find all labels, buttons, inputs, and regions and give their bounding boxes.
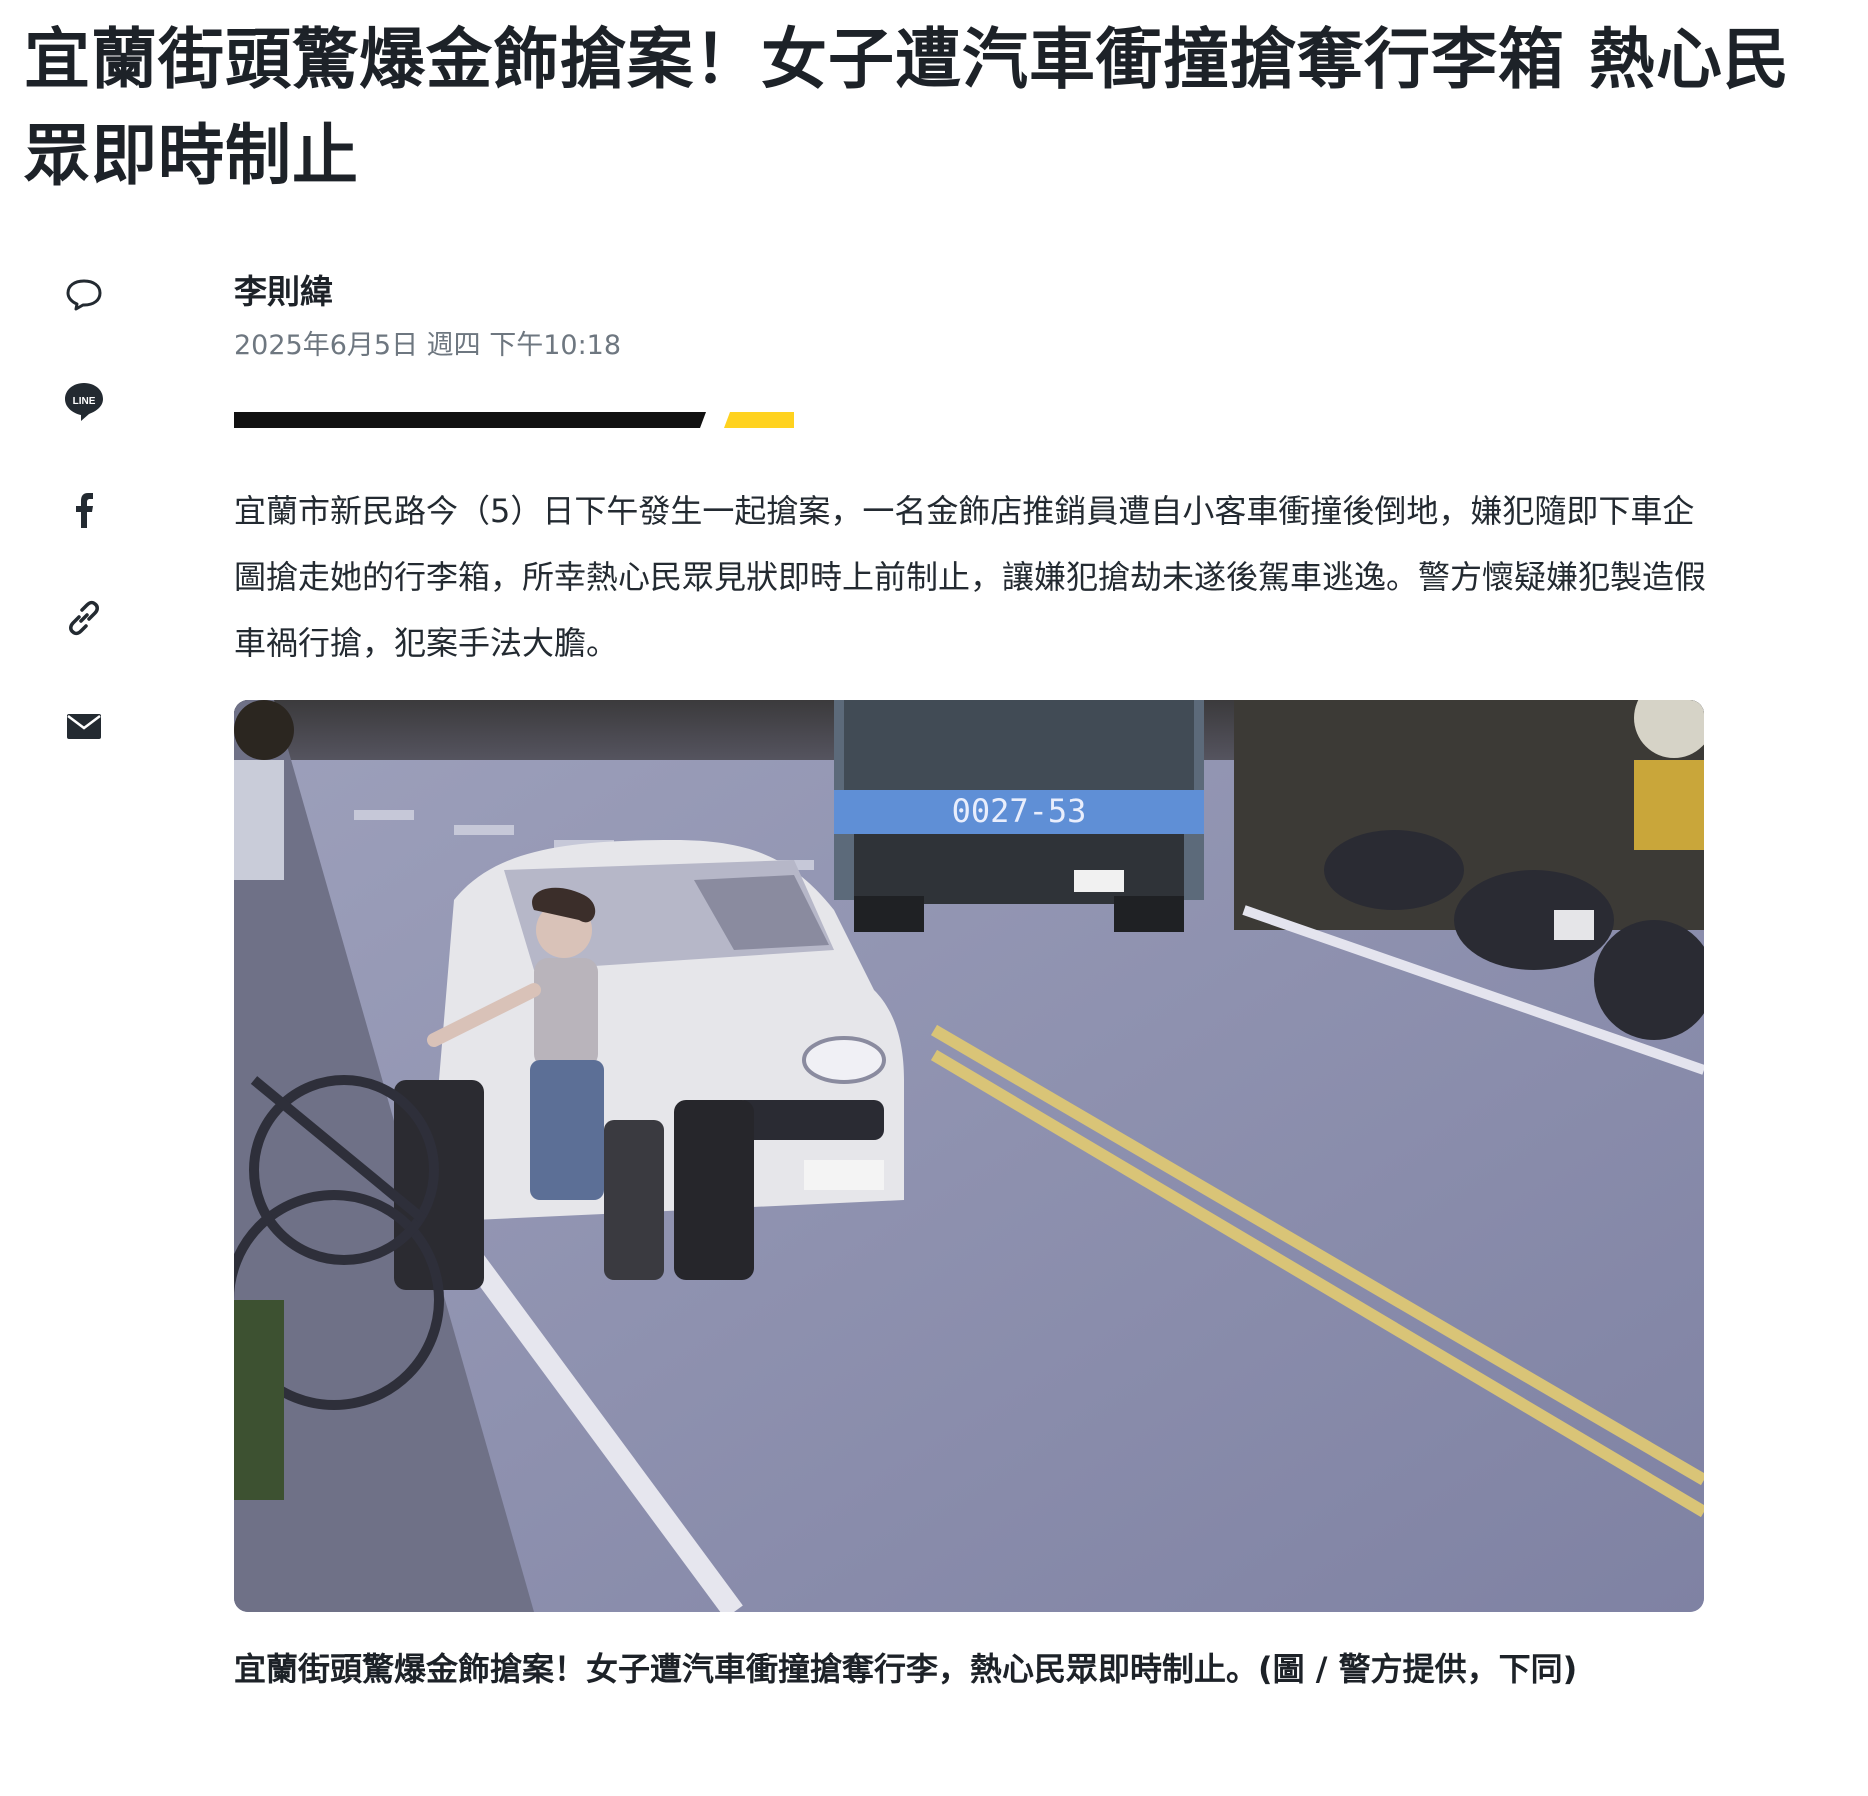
- share-email-button[interactable]: [52, 694, 116, 758]
- mail-icon: [67, 714, 101, 739]
- share-rail: LINE: [52, 262, 116, 802]
- byline-divider: [234, 412, 794, 428]
- copy-link-button[interactable]: [52, 586, 116, 650]
- article-body-paragraph: 宜蘭市新民路今（5）日下午發生一起搶案，一名金飾店推銷員遭自小客車衝撞後倒地，嫌…: [234, 492, 1707, 662]
- article-headline: 宜蘭街頭驚爆金飾搶案！女子遭汽車衝撞搶奪行李箱 熱心民眾即時制止: [24, 21, 1790, 194]
- share-line-button[interactable]: LINE: [52, 370, 116, 434]
- line-icon-label: LINE: [73, 396, 96, 407]
- comments-button[interactable]: [52, 262, 116, 326]
- comment-icon: [66, 279, 102, 311]
- author-name[interactable]: 李則緯: [234, 270, 621, 314]
- link-icon: [69, 600, 99, 636]
- facebook-icon: [76, 493, 93, 528]
- article-photo[interactable]: 0027-53: [234, 700, 1704, 1612]
- share-facebook-button[interactable]: [52, 478, 116, 542]
- publish-timestamp: 2025年6月5日 週四 下午10:18: [234, 330, 622, 361]
- cctv-street-scene: 0027-53: [234, 700, 1704, 1612]
- byline: 李則緯 2025年6月5日 週四 下午10:18: [234, 270, 621, 364]
- line-icon: LINE: [65, 383, 103, 421]
- truck-plate-text: 0027-53: [952, 792, 1087, 830]
- photo-caption: 宜蘭街頭驚爆金飾搶案！女子遭汽車衝撞搶奪行李，熱心民眾即時制止。(圖 / 警方提…: [234, 1650, 1578, 1688]
